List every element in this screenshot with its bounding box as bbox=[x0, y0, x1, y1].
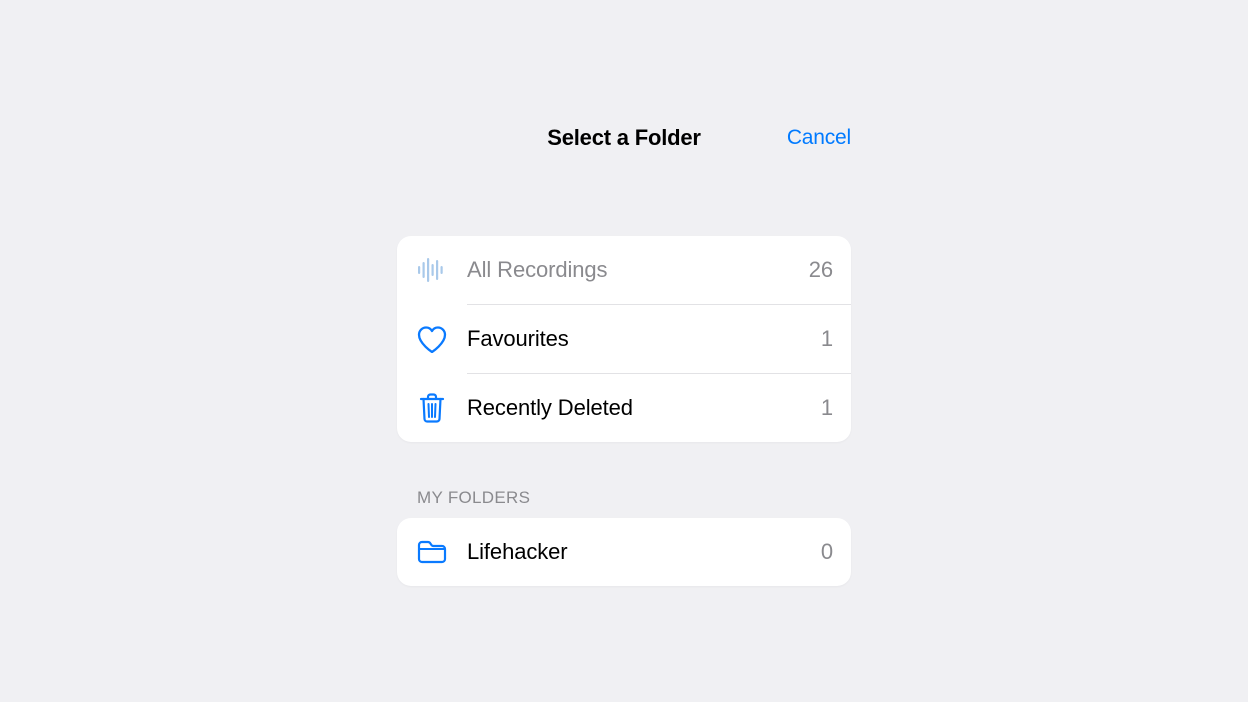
modal-header: Select a Folder Cancel bbox=[397, 125, 851, 151]
waveform-icon bbox=[415, 253, 449, 287]
folder-row-label: Lifehacker bbox=[467, 539, 821, 565]
my-folders-card: Lifehacker 0 bbox=[397, 518, 851, 586]
my-folders-section-header: MY FOLDERS bbox=[397, 488, 851, 508]
cancel-button[interactable]: Cancel bbox=[787, 126, 851, 150]
heart-icon bbox=[415, 322, 449, 356]
folder-row-lifehacker[interactable]: Lifehacker 0 bbox=[397, 518, 851, 586]
system-folders-card: All Recordings 26 Favourites 1 bbox=[397, 236, 851, 442]
folder-row-label: All Recordings bbox=[467, 257, 809, 283]
folder-row-all-recordings[interactable]: All Recordings 26 bbox=[397, 236, 851, 304]
folder-row-count: 1 bbox=[821, 326, 833, 352]
folder-row-recently-deleted[interactable]: Recently Deleted 1 bbox=[397, 374, 851, 442]
folder-row-count: 0 bbox=[821, 539, 833, 565]
folder-icon bbox=[415, 535, 449, 569]
folder-row-label: Favourites bbox=[467, 326, 821, 352]
folder-row-count: 26 bbox=[809, 257, 833, 283]
folder-row-favourites[interactable]: Favourites 1 bbox=[397, 305, 851, 373]
folder-selector-modal: Select a Folder Cancel All Recordings 26 bbox=[397, 0, 851, 702]
modal-title: Select a Folder bbox=[547, 125, 701, 151]
folder-row-count: 1 bbox=[821, 395, 833, 421]
folder-row-label: Recently Deleted bbox=[467, 395, 821, 421]
trash-icon bbox=[415, 391, 449, 425]
